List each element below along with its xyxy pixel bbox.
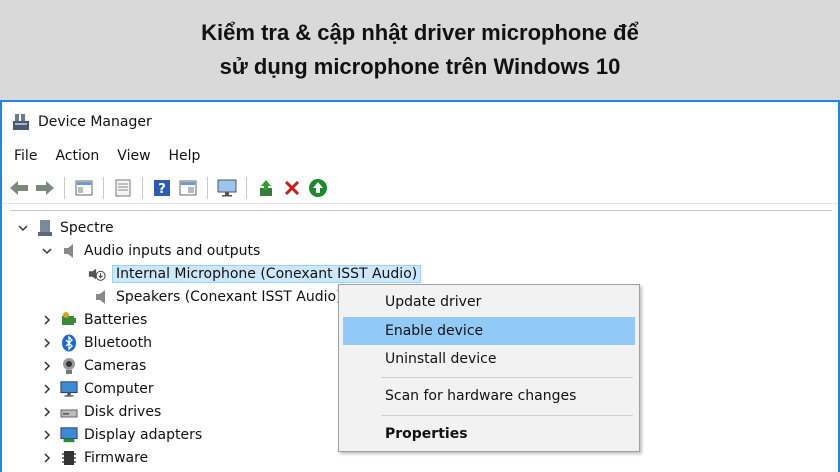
enable-device-menu-item[interactable]: Enable device <box>343 317 635 345</box>
update-driver-menu-item[interactable]: Update driver <box>343 288 635 316</box>
tree-node-disk-drives[interactable]: Disk drives <box>40 401 161 423</box>
tree-label: Speakers (Conexant ISST Audio) <box>116 289 342 305</box>
menu-divider <box>381 415 633 416</box>
computer-icon <box>60 380 78 398</box>
svg-text:?: ? <box>158 182 166 197</box>
menu-action[interactable]: Action <box>55 148 99 164</box>
chevron-down-icon[interactable] <box>16 221 30 235</box>
toolbar-divider <box>142 176 143 199</box>
menu-help[interactable]: Help <box>169 148 201 164</box>
article-banner: Kiểm tra & cập nhật driver microphone để… <box>0 0 840 100</box>
device-manager-icon <box>13 114 29 130</box>
tree-node-firmware[interactable]: Firmware <box>40 447 148 469</box>
chevron-right-icon[interactable] <box>40 451 54 465</box>
tree-node-bluetooth[interactable]: Bluetooth <box>40 332 152 354</box>
help-icon[interactable]: ? <box>151 177 173 199</box>
tree-label: Bluetooth <box>84 335 152 351</box>
tree-label: Display adapters <box>84 427 203 443</box>
speaker-icon <box>92 288 110 306</box>
tree-node-computer[interactable]: Computer <box>40 378 154 400</box>
display-adapter-icon <box>60 426 78 444</box>
tree-node-cameras[interactable]: Cameras <box>40 355 146 377</box>
chevron-right-icon[interactable] <box>40 382 54 396</box>
tree-node-display-adapters[interactable]: Display adapters <box>40 424 202 446</box>
chevron-right-icon[interactable] <box>40 313 54 327</box>
title-bar: Device Manager <box>2 100 838 142</box>
tree-label: Spectre <box>60 220 114 236</box>
speaker-icon <box>60 242 78 260</box>
chevron-right-icon[interactable] <box>40 428 54 442</box>
menu-divider <box>381 377 633 378</box>
chevron-right-icon[interactable] <box>40 336 54 350</box>
tree-node-audio[interactable]: Audio inputs and outputs <box>40 240 260 262</box>
view-icon[interactable] <box>177 177 199 199</box>
banner-title-line-1: Kiểm tra & cập nhật driver microphone để <box>201 20 639 45</box>
context-menu: Update driver Enable device Uninstall de… <box>338 284 640 452</box>
toolbar-divider <box>207 176 208 199</box>
tree-label: Audio inputs and outputs <box>84 243 261 259</box>
chevron-right-icon[interactable] <box>40 405 54 419</box>
show-hide-tree-icon[interactable] <box>73 177 95 199</box>
bluetooth-icon <box>60 334 78 352</box>
tree-node-batteries[interactable]: Batteries <box>40 309 147 331</box>
tree-label: Internal Microphone (Conexant ISST Audio… <box>112 265 422 283</box>
tree-label: Firmware <box>84 450 149 466</box>
back-arrow-icon[interactable] <box>8 177 30 199</box>
update-driver-icon[interactable] <box>255 177 277 199</box>
toolbar-divider <box>246 176 247 199</box>
menu-bar: File Action View Help <box>2 142 838 170</box>
battery-icon <box>60 311 78 329</box>
forward-arrow-icon[interactable] <box>34 177 56 199</box>
uninstall-icon[interactable] <box>281 177 303 199</box>
toolbar: ? <box>2 172 838 204</box>
tree-node-spectre[interactable]: Spectre <box>16 217 114 239</box>
tree-node-internal-microphone[interactable]: Internal Microphone (Conexant ISST Audio… <box>88 263 422 285</box>
tree-label: Disk drives <box>84 404 162 420</box>
tree-label: Computer <box>84 381 154 397</box>
webcam-icon <box>60 357 78 375</box>
window-title: Device Manager <box>38 114 152 130</box>
scan-hardware-icon[interactable] <box>307 177 329 199</box>
properties-menu-item[interactable]: Properties <box>343 420 635 448</box>
firmware-chip-icon <box>60 449 78 467</box>
menu-file[interactable]: File <box>14 148 37 164</box>
toolbar-divider <box>103 176 104 199</box>
disk-drive-icon <box>60 403 78 421</box>
chevron-down-icon[interactable] <box>40 244 54 258</box>
scan-hardware-menu-item[interactable]: Scan for hardware changes <box>343 382 635 410</box>
menu-view[interactable]: View <box>117 148 150 164</box>
toolbar-divider <box>64 176 65 199</box>
uninstall-device-menu-item[interactable]: Uninstall device <box>343 345 635 373</box>
properties-icon[interactable] <box>112 177 134 199</box>
banner-title-line-2: sử dụng microphone trên Windows 10 <box>219 54 621 79</box>
disabled-microphone-icon <box>88 265 106 283</box>
computer-root-icon <box>36 219 54 237</box>
tree-label: Batteries <box>84 312 148 328</box>
tree-node-speakers[interactable]: Speakers (Conexant ISST Audio) <box>92 286 342 308</box>
chevron-right-icon[interactable] <box>40 359 54 373</box>
monitor-icon[interactable] <box>216 177 238 199</box>
tree-label: Cameras <box>84 358 147 374</box>
